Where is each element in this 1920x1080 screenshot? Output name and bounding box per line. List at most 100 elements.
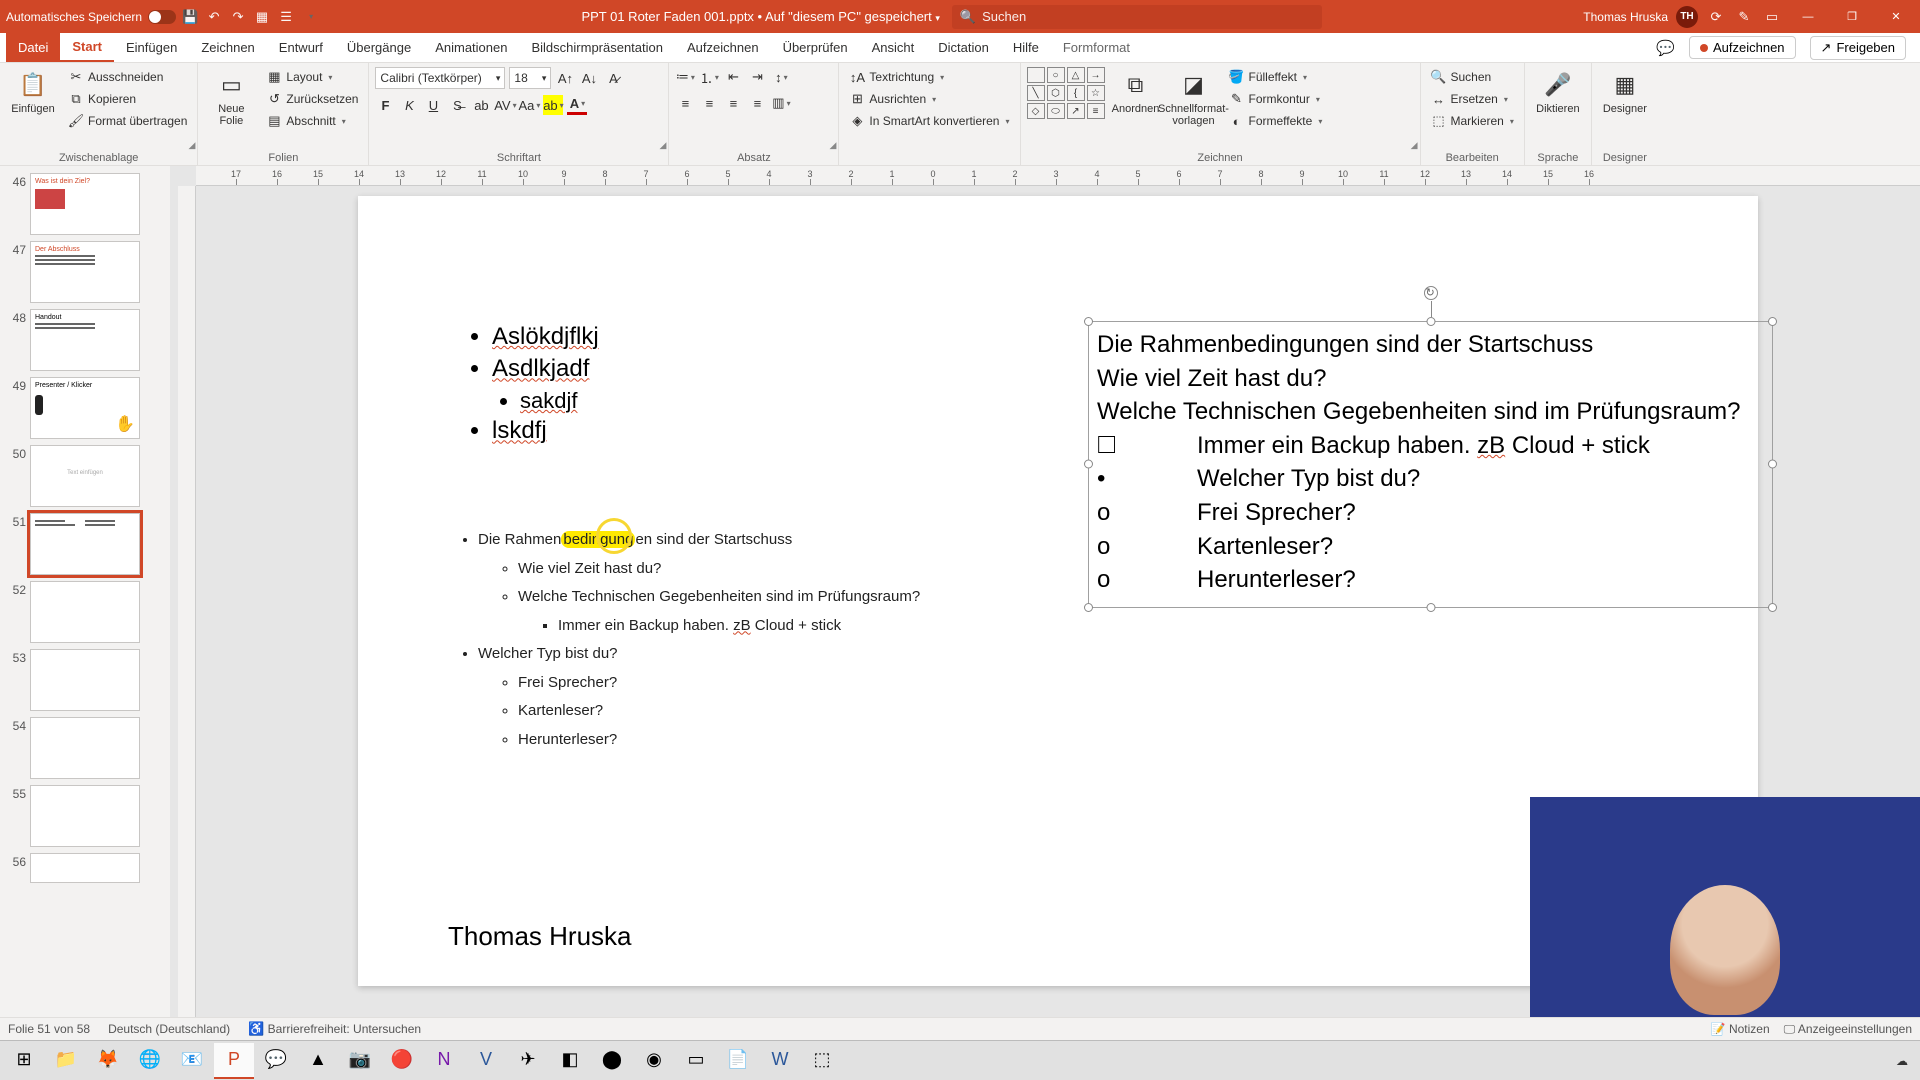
language-status[interactable]: Deutsch (Deutschland): [108, 1022, 230, 1036]
decrease-indent-icon[interactable]: ⇤: [723, 67, 743, 87]
resize-handle-icon[interactable]: [1084, 460, 1093, 469]
tab-draw[interactable]: Zeichnen: [189, 33, 266, 62]
slide-thumbnail[interactable]: [30, 649, 140, 711]
slide-thumbnail[interactable]: [30, 853, 140, 883]
italic-button[interactable]: K: [399, 95, 419, 115]
arrange-button[interactable]: ⧉Anordnen: [1109, 67, 1163, 115]
slide-thumbnail[interactable]: [30, 717, 140, 779]
user-name[interactable]: Thomas Hruska: [1583, 10, 1668, 24]
tab-animations[interactable]: Animationen: [423, 33, 519, 62]
horizontal-ruler[interactable]: 1716151413121110987654321012345678910111…: [196, 166, 1920, 186]
smartart-button[interactable]: ◈In SmartArt konvertieren: [845, 111, 1013, 131]
slide-thumbnail[interactable]: Was ist dein Ziel?: [30, 173, 140, 235]
dialog-launcher-icon[interactable]: ◢: [1411, 140, 1418, 151]
replace-button[interactable]: ↔Ersetzen: [1427, 89, 1518, 109]
resize-handle-icon[interactable]: [1768, 603, 1777, 612]
app-icon[interactable]: 📷: [340, 1043, 380, 1079]
layout-button[interactable]: ▦Layout: [262, 67, 362, 87]
user-avatar-icon[interactable]: TH: [1676, 6, 1698, 28]
dictate-button[interactable]: 🎤Diktieren: [1531, 67, 1585, 115]
font-size-combo[interactable]: 18▾: [509, 67, 551, 89]
dialog-launcher-icon[interactable]: ◢: [830, 140, 837, 151]
reset-button[interactable]: ↺Zurücksetzen: [262, 89, 362, 109]
toggle-switch-icon[interactable]: [148, 10, 176, 24]
dialog-launcher-icon[interactable]: ◢: [188, 140, 195, 151]
highlight-button[interactable]: ab: [543, 95, 563, 115]
shape-effects-button[interactable]: ◐Formeffekte: [1225, 111, 1327, 131]
app-icon[interactable]: 📄: [718, 1043, 758, 1079]
slide-thumbnail[interactable]: Presenter / Klicker✋: [30, 377, 140, 439]
outlook-icon[interactable]: 📧: [172, 1043, 212, 1079]
clear-format-icon[interactable]: A̷: [603, 68, 623, 88]
tab-dictation[interactable]: Dictation: [926, 33, 1001, 62]
font-name-combo[interactable]: Calibri (Textkörper)▾: [375, 67, 505, 89]
char-spacing-button[interactable]: AV: [495, 95, 515, 115]
slide-thumbnails[interactable]: 46Was ist dein Ziel? 47Der Abschluss 48H…: [0, 166, 170, 1017]
maximize-button[interactable]: ❐: [1834, 5, 1870, 29]
vlc-icon[interactable]: ▲: [298, 1043, 338, 1079]
align-justify-icon[interactable]: ≡: [747, 93, 767, 113]
search-box[interactable]: 🔍: [952, 5, 1322, 29]
tab-design[interactable]: Entwurf: [267, 33, 335, 62]
line-spacing-button[interactable]: ↕: [771, 67, 791, 87]
bold-button[interactable]: F: [375, 95, 395, 115]
dialog-launcher-icon[interactable]: ◢: [660, 140, 667, 151]
columns-button[interactable]: ▥: [771, 93, 791, 113]
strike-button[interactable]: S̶: [447, 95, 467, 115]
paste-button[interactable]: 📋Einfügen: [6, 67, 60, 115]
increase-font-icon[interactable]: A↑: [555, 68, 575, 88]
start-button[interactable]: ⊞: [4, 1043, 44, 1079]
shape-outline-button[interactable]: ✎Formkontur: [1225, 89, 1327, 109]
notes-button[interactable]: 📝 Notizen: [1711, 1022, 1770, 1036]
touch-mode-icon[interactable]: ☰: [276, 7, 296, 27]
resize-handle-icon[interactable]: [1768, 317, 1777, 326]
resize-handle-icon[interactable]: [1426, 603, 1435, 612]
decrease-font-icon[interactable]: A↓: [579, 68, 599, 88]
autosave-toggle[interactable]: Automatisches Speichern: [6, 10, 176, 24]
underline-button[interactable]: U: [423, 95, 443, 115]
app-icon[interactable]: 🔴: [382, 1043, 422, 1079]
app-icon[interactable]: ▭: [676, 1043, 716, 1079]
resize-handle-icon[interactable]: [1426, 317, 1435, 326]
format-painter-button[interactable]: 🖌Format übertragen: [64, 111, 191, 131]
accessibility-status[interactable]: ♿ Barrierefreiheit: Untersuchen: [248, 1021, 421, 1037]
undo-icon[interactable]: ↶: [204, 7, 224, 27]
draw-icon[interactable]: ✎: [1734, 7, 1754, 27]
word-icon[interactable]: W: [760, 1043, 800, 1079]
resize-handle-icon[interactable]: [1768, 460, 1777, 469]
text-direction-button[interactable]: ↕ATextrichtung: [845, 67, 1013, 87]
shapes-gallery[interactable]: ○△→ ╲⬡{☆ ◇⬭↗≡: [1027, 67, 1105, 119]
resize-handle-icon[interactable]: [1084, 603, 1093, 612]
cut-button[interactable]: ✂Ausschneiden: [64, 67, 191, 87]
align-left-icon[interactable]: ≡: [675, 93, 695, 113]
resize-handle-icon[interactable]: [1084, 317, 1093, 326]
vertical-ruler[interactable]: [178, 186, 196, 1017]
tab-review[interactable]: Überprüfen: [771, 33, 860, 62]
app-icon[interactable]: ◉: [634, 1043, 674, 1079]
slide-thumbnail[interactable]: [30, 581, 140, 643]
align-text-button[interactable]: ⊞Ausrichten: [845, 89, 1013, 109]
bullets-button[interactable]: ≔: [675, 67, 695, 87]
font-color-button[interactable]: A: [567, 95, 587, 115]
app-icon[interactable]: ◧: [550, 1043, 590, 1079]
tab-help[interactable]: Hilfe: [1001, 33, 1051, 62]
tab-view[interactable]: Ansicht: [860, 33, 927, 62]
tab-slideshow[interactable]: Bildschirmpräsentation: [519, 33, 675, 62]
onenote-icon[interactable]: N: [424, 1043, 464, 1079]
tab-start[interactable]: Start: [60, 33, 114, 62]
share-button[interactable]: ↗Freigeben: [1810, 36, 1906, 60]
tab-transitions[interactable]: Übergänge: [335, 33, 423, 62]
numbering-button[interactable]: ⒈: [699, 67, 719, 87]
text-box-random[interactable]: Aslökdjflkj Asdlkjadf sakdjf lskdfj: [468, 321, 599, 448]
file-explorer-icon[interactable]: 📁: [46, 1043, 86, 1079]
tab-insert[interactable]: Einfügen: [114, 33, 189, 62]
align-center-icon[interactable]: ≡: [699, 93, 719, 113]
rotate-handle-icon[interactable]: [1424, 286, 1438, 300]
new-slide-button[interactable]: ▭Neue Folie: [204, 67, 258, 127]
save-icon[interactable]: 💾: [180, 7, 200, 27]
tab-record[interactable]: Aufzeichnen: [675, 33, 771, 62]
weather-icon[interactable]: ☁: [1896, 1054, 1908, 1068]
powerpoint-icon[interactable]: P: [214, 1043, 254, 1079]
minimize-button[interactable]: —: [1790, 5, 1826, 29]
present-icon[interactable]: ▦: [252, 7, 272, 27]
